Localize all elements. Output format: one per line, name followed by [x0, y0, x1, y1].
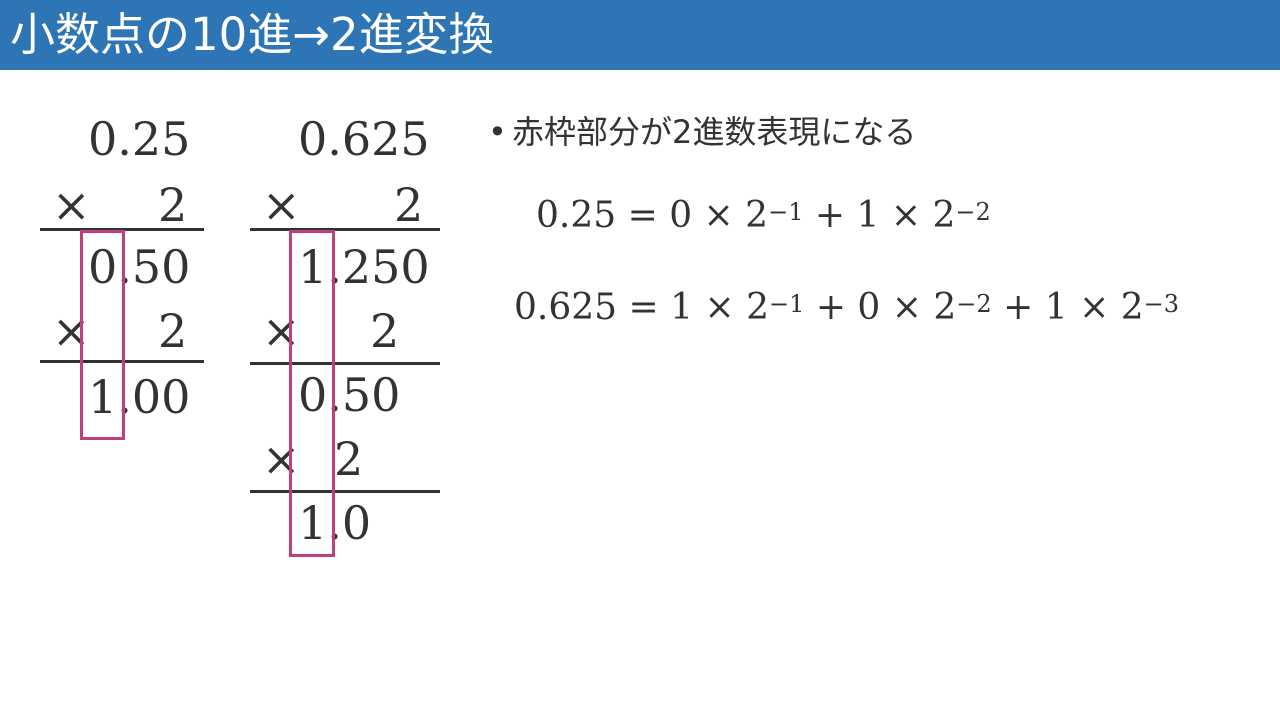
equation-0-625-part-2: + 0 × 2: [804, 287, 957, 328]
bullet-marker: •: [488, 113, 507, 151]
calc1-times-sign-1: ×: [52, 178, 91, 232]
equation-0-625-exp-2: −2: [956, 290, 992, 318]
equation-0-625: 0.625 = 1 × 2−1 + 0 × 2−2 + 1 × 2−3: [514, 288, 1179, 328]
calc2-multiplicand: 0.625: [298, 112, 430, 166]
equation-0-25-part-2: + 1 × 2: [803, 195, 956, 236]
equation-0-25-exp-2: −2: [955, 198, 991, 226]
calc2-multiplier-3: 2: [334, 432, 364, 486]
calc2-multiplier-2: 2: [370, 304, 400, 358]
calc1-multiplicand: 0.25: [88, 112, 191, 166]
note-bullet-item: • 赤枠部分が2進数表現になる: [488, 112, 916, 152]
equation-0-625-part-3: + 1 × 2: [991, 287, 1144, 328]
calc2-rule-2: [250, 362, 440, 365]
equation-0-25-part-1: 0.25 = 0 × 2: [536, 195, 769, 236]
calc1-multiplier-1: 2: [158, 178, 188, 232]
equation-0-25-exp-1: −1: [768, 198, 804, 226]
calc1-multiplier-2: 2: [158, 304, 188, 358]
equation-0-625-part-1: 0.625 = 1 × 2: [514, 287, 769, 328]
equation-0-25: 0.25 = 0 × 2−1 + 1 × 2−2: [536, 196, 991, 236]
slide-title: 小数点の10進→2進変換: [10, 8, 494, 61]
calc1-binary-highlight-box: [80, 230, 125, 440]
calc2-multiplier-1: 2: [394, 178, 424, 232]
calc2-rule-1: [250, 228, 440, 231]
calc2-times-sign-1: ×: [262, 178, 301, 232]
note-text: 赤枠部分が2進数表現になる: [512, 113, 917, 151]
calc2-rule-3: [250, 490, 440, 493]
equation-0-625-exp-1: −1: [768, 290, 805, 318]
calc2-binary-highlight-box: [289, 230, 335, 557]
equation-0-625-exp-3: −3: [1143, 290, 1179, 318]
title-bar: 小数点の10進→2進変換: [0, 0, 1280, 70]
